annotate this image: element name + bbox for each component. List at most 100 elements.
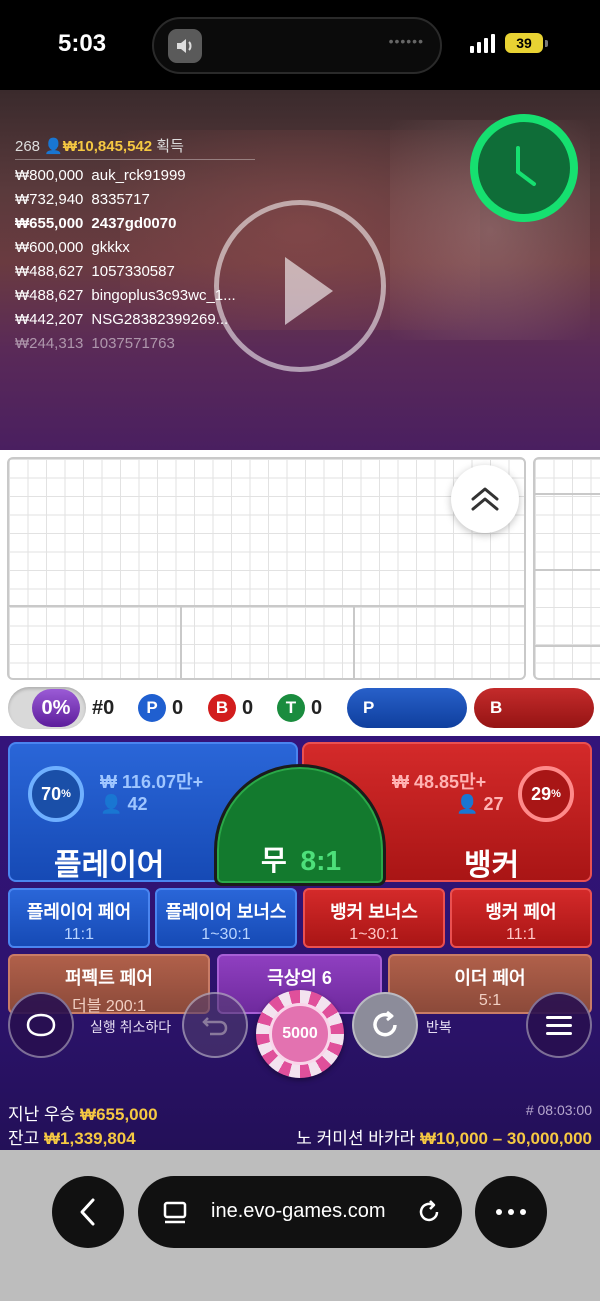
tie-label: 무 8:1 <box>261 839 341 879</box>
repeat-label: 반복 <box>426 1019 452 1035</box>
side-bet-odds: 11:1 <box>64 926 94 943</box>
side-bet-label: 뱅커 보너스 <box>330 902 418 922</box>
table-name: 노 커미션 바카라 <box>296 1129 416 1148</box>
user-icon: 👤 <box>456 794 479 814</box>
winner-amount: ₩600,000 <box>15 239 84 256</box>
url-text: ine.evo-games.com <box>211 1200 386 1222</box>
last-win-label: 지난 우승 <box>8 1105 76 1124</box>
user-icon: 👤 <box>100 794 123 814</box>
list-item: ₩244,313 1037571763 <box>15 332 236 356</box>
last-win: 지난 우승 ₩655,000 <box>8 1100 158 1125</box>
player-bonus-bet[interactable]: 플레이어 보너스 1~30:1 <box>155 888 297 948</box>
percent-value: 0% <box>32 689 80 727</box>
player-percent-ring: 70% <box>28 766 84 822</box>
percent-sign: % <box>61 788 71 800</box>
round-id: # 08:03:00 <box>525 1102 592 1118</box>
battery-indicator: 39 <box>505 33 543 53</box>
dynamic-island: •••••• <box>152 17 442 74</box>
more-button[interactable] <box>475 1176 547 1248</box>
hamburger-icon <box>546 1016 572 1035</box>
balance-amount: ₩1,339,804 <box>44 1129 136 1148</box>
divider <box>353 605 355 678</box>
divider <box>535 493 600 495</box>
winner-amount: ₩244,313 <box>15 335 84 352</box>
winners-count: 268 <box>15 138 41 155</box>
player-predict-button[interactable]: P <box>347 688 467 728</box>
table-info: 노 커미션 바카라 ₩10,000 – 30,000,000 <box>296 1124 592 1149</box>
back-button[interactable] <box>52 1176 124 1248</box>
side-bet-label: 뱅커 페어 <box>485 902 557 922</box>
player-pair-bet[interactable]: 플레이어 페어 11:1 <box>8 888 150 948</box>
tie-odds: 8:1 <box>300 845 342 876</box>
side-bet-odds: 1~30:1 <box>201 926 251 943</box>
banker-predict-button[interactable]: B <box>474 688 594 728</box>
betting-area: 70% ₩ 116.07만+ 👤 42 플레이어 ₩ 48.85만+ 👤 27 … <box>0 736 600 1150</box>
chip-selector[interactable]: 5000 <box>256 990 344 1078</box>
side-bet-odds: 1~30:1 <box>349 926 399 943</box>
play-button[interactable] <box>214 200 386 372</box>
banker-count-value: 0 <box>242 696 254 719</box>
side-bet-label: 플레이어 페어 <box>26 902 132 922</box>
player-bet-amount: ₩ 116.07만+ <box>100 772 204 792</box>
winner-name: 1057330587 <box>91 263 175 280</box>
percent-toggle[interactable]: 0% <box>8 687 86 729</box>
winner-amount: ₩732,940 <box>15 191 84 208</box>
banker-bonus-bet[interactable]: 뱅커 보너스 1~30:1 <box>303 888 445 948</box>
play-icon <box>285 257 333 325</box>
winner-name: gkkkx <box>91 239 130 256</box>
repeat-button[interactable] <box>352 992 418 1058</box>
list-item: ₩488,627 1057330587 <box>15 260 236 284</box>
winner-name: 2437gd0070 <box>91 215 177 232</box>
big-road[interactable] <box>533 457 600 680</box>
undo-button[interactable] <box>182 992 248 1058</box>
winner-name: NSG28382399269... <box>91 311 229 328</box>
expand-scoreboard-button[interactable] <box>451 465 519 533</box>
waveform-icon: •••••• <box>388 33 424 49</box>
betting-timer <box>470 114 578 222</box>
menu-button[interactable] <box>526 992 592 1058</box>
banker-pair-bet[interactable]: 뱅커 페어 11:1 <box>450 888 592 948</box>
player-label: 플레이어 <box>54 849 165 882</box>
banker-percent: 29 <box>531 783 552 804</box>
side-bet-label: 극상의 6 <box>267 968 332 988</box>
list-item: ₩655,000 2437gd0070 <box>15 212 236 236</box>
undo-label: 실행 취소하다 <box>90 1019 172 1035</box>
balance-label: 잔고 <box>8 1129 40 1148</box>
winner-amount: ₩655,000 <box>15 215 84 232</box>
reload-icon[interactable] <box>415 1198 443 1226</box>
chat-button[interactable] <box>8 992 74 1058</box>
percent-sign: % <box>551 788 561 800</box>
live-video[interactable]: 268 👤₩10,845,542 획득 ₩800,000 auk_rck9199… <box>0 90 600 450</box>
tabs-icon <box>163 1201 187 1224</box>
address-bar[interactable]: ine.evo-games.com <box>138 1176 462 1248</box>
divider <box>15 159 255 160</box>
more-icon <box>496 1209 526 1215</box>
list-item: ₩488,627 bingoplus3c93wc_1... <box>15 284 236 308</box>
repeat-icon <box>373 1010 397 1037</box>
banker-bettors-count: 27 <box>483 794 504 814</box>
chevron-left-icon <box>80 1198 95 1226</box>
bead-road[interactable] <box>7 457 526 680</box>
signal-icon <box>470 33 495 53</box>
winner-amount: ₩800,000 <box>15 167 84 184</box>
undo-icon <box>202 1017 228 1036</box>
banker-bet-amount: ₩ 48.85만+ <box>392 772 487 792</box>
side-bet-label: 퍼펙트 페어 <box>65 968 153 988</box>
clock-icon <box>516 146 536 186</box>
banker-count: B 0 <box>208 694 254 722</box>
banker-percent-ring: 29% <box>518 766 574 822</box>
winners-header: 268 👤₩10,845,542 획득 <box>15 135 184 156</box>
player-bettors: 👤 42 <box>100 794 147 815</box>
speaker-icon <box>168 29 202 63</box>
status-time: 5:03 <box>58 30 107 57</box>
user-icon: 👤 <box>44 138 63 155</box>
player-percent: 70 <box>41 783 62 804</box>
chip-value: 5000 <box>269 1003 331 1065</box>
battery-nub <box>545 40 548 47</box>
player-count: P 0 <box>138 694 183 722</box>
winners-label: 획득 <box>156 138 184 155</box>
banker-label: 뱅커 <box>464 849 520 882</box>
side-bet-label: 플레이어 보너스 <box>165 902 287 922</box>
player-dot: P <box>138 694 166 722</box>
divider <box>180 605 182 678</box>
